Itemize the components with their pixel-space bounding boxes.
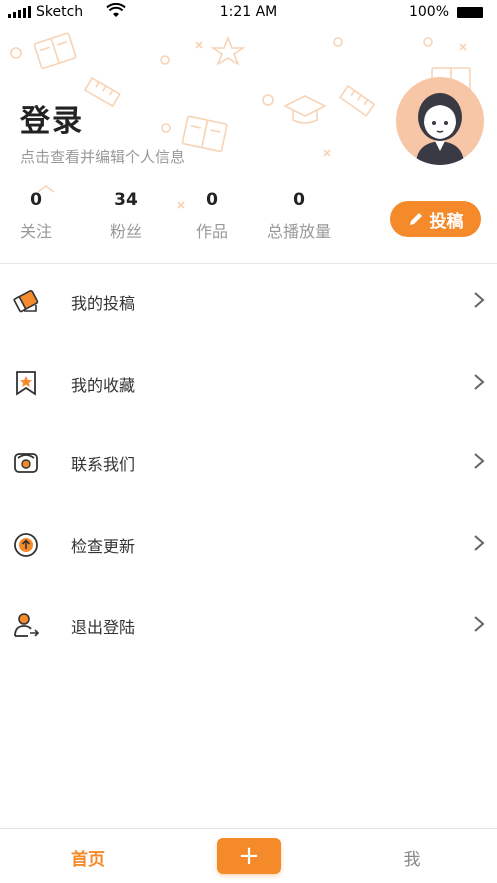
menu-item-label: 我的收藏 <box>71 376 136 395</box>
avatar-icon <box>416 93 464 165</box>
chevron-right-icon <box>474 616 485 632</box>
tab-bar: 首页 + 我 <box>0 828 497 883</box>
stat-following[interactable]: 0 关注 <box>16 190 56 242</box>
stat-value: 0 <box>206 190 218 210</box>
telephone-icon <box>14 453 38 473</box>
menu-item-label: 退出登陆 <box>71 618 136 637</box>
profile-subtitle[interactable]: 点击查看并编辑个人信息 <box>20 146 185 167</box>
submission-icon <box>13 290 39 313</box>
battery-icon <box>457 6 483 18</box>
stat-works[interactable]: 0 作品 <box>190 190 234 242</box>
chevron-right-icon <box>474 453 485 469</box>
menu-item-contact-us[interactable]: 联系我们 <box>0 432 497 492</box>
tab-home[interactable]: 首页 <box>58 845 118 870</box>
stat-label: 总播放量 <box>266 222 331 241</box>
user-logout-icon <box>14 613 40 637</box>
stat-value: 34 <box>114 190 138 210</box>
menu-item-logout[interactable]: 退出登陆 <box>0 595 497 655</box>
menu-item-my-submissions[interactable]: 我的投稿 <box>0 271 497 331</box>
avatar[interactable] <box>396 77 484 165</box>
menu-item-label: 联系我们 <box>71 455 136 474</box>
stat-label: 关注 <box>19 222 52 241</box>
bookmark-star-icon <box>16 371 36 396</box>
chevron-right-icon <box>474 292 485 308</box>
battery-percent: 100% <box>408 4 449 20</box>
stat-total-plays[interactable]: 0 总播放量 <box>262 190 336 242</box>
menu-item-label: 我的投稿 <box>71 294 136 313</box>
tab-me[interactable]: 我 <box>382 845 442 870</box>
stat-value: 0 <box>30 190 42 210</box>
upload-circle-icon <box>14 533 38 557</box>
stat-value: 0 <box>293 190 305 210</box>
login-title[interactable]: 登录 <box>20 96 84 140</box>
chevron-right-icon <box>474 374 485 390</box>
submit-button-label: 投稿 <box>429 211 464 232</box>
menu-item-check-update[interactable]: 检查更新 <box>0 514 497 574</box>
stat-followers[interactable]: 34 粉丝 <box>104 190 148 242</box>
chevron-right-icon <box>474 535 485 551</box>
menu-item-label: 检查更新 <box>71 537 136 556</box>
status-bar: Sketch 1:21 AM 100% <box>0 0 497 26</box>
add-button[interactable]: + <box>217 838 281 874</box>
pencil-icon <box>409 213 422 225</box>
divider <box>0 263 497 264</box>
stat-label: 粉丝 <box>109 222 142 241</box>
submit-button[interactable]: 投稿 <box>390 201 481 237</box>
stat-label: 作品 <box>195 222 228 241</box>
menu-item-my-favorites[interactable]: 我的收藏 <box>0 353 497 413</box>
